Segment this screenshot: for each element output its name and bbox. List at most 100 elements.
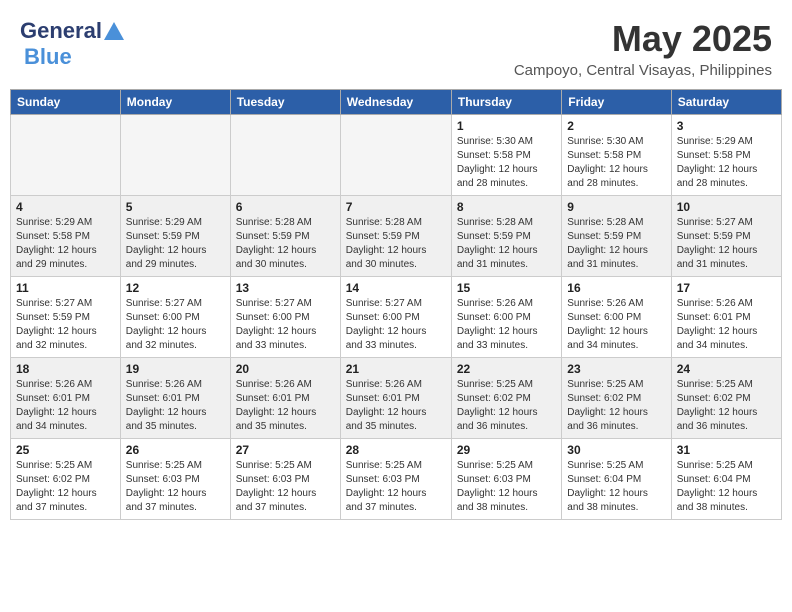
day-info: Sunrise: 5:25 AM Sunset: 6:03 PM Dayligh… (457, 459, 556, 515)
column-header-thursday: Thursday (451, 90, 561, 115)
calendar-cell (11, 115, 121, 196)
calendar-cell: 3Sunrise: 5:29 AM Sunset: 5:58 PM Daylig… (671, 115, 781, 196)
page-header: General Blue May 2025 Campoyo, Central V… (10, 10, 782, 83)
location: Campoyo, Central Visayas, Philippines (514, 62, 772, 79)
day-info: Sunrise: 5:29 AM Sunset: 5:58 PM Dayligh… (16, 216, 115, 272)
day-number: 28 (346, 443, 446, 457)
day-number: 27 (236, 443, 335, 457)
day-info: Sunrise: 5:28 AM Sunset: 5:59 PM Dayligh… (567, 216, 665, 272)
calendar-cell: 5Sunrise: 5:29 AM Sunset: 5:59 PM Daylig… (120, 196, 230, 277)
calendar-cell: 21 Sunrise: 5:26 AM Sunset: 6:01 PM Dayli… (340, 358, 451, 439)
day-info: Sunrise: 5:26 AM Sunset: 6:01 PM Dayligh… (346, 378, 446, 434)
day-info: Sunrise: 5:25 AM Sunset: 6:02 PM Dayligh… (457, 378, 556, 434)
calendar-cell: 6 Sunrise: 5:28 AM Sunset: 5:59 PM Daylig… (230, 196, 340, 277)
calendar-cell: 2Sunrise: 5:30 AM Sunset: 5:58 PM Daylig… (562, 115, 671, 196)
calendar-week-row: 1 Sunrise: 5:30 AM Sunset: 5:58 PM Daylig… (11, 115, 782, 196)
day-number: 8 (457, 200, 556, 214)
column-header-tuesday: Tuesday (230, 90, 340, 115)
calendar-cell: 20 Sunrise: 5:26 AM Sunset: 6:01 PM Dayli… (230, 358, 340, 439)
day-number: 20 (236, 362, 335, 376)
day-info: Sunrise: 5:25 AM Sunset: 6:03 PM Dayligh… (346, 459, 446, 515)
calendar-cell: 8 Sunrise: 5:28 AM Sunset: 5:59 PM Daylig… (451, 196, 561, 277)
title-section: May 2025 Campoyo, Central Visayas, Phili… (514, 18, 772, 79)
day-number: 25 (16, 443, 115, 457)
calendar-cell: 30 Sunrise: 5:25 AM Sunset: 6:04 PM Dayli… (562, 439, 671, 520)
calendar-table: SundayMondayTuesdayWednesdayThursdayFrid… (10, 89, 782, 520)
column-header-monday: Monday (120, 90, 230, 115)
day-number: 11 (16, 281, 115, 295)
calendar-header-row: SundayMondayTuesdayWednesdayThursdayFrid… (11, 90, 782, 115)
calendar-cell: 18Sunrise: 5:26 AM Sunset: 6:01 PM Dayli… (11, 358, 121, 439)
logo-triangle-icon (104, 22, 124, 40)
day-number: 17 (677, 281, 776, 295)
day-number: 21 (346, 362, 446, 376)
logo: General Blue (20, 18, 124, 70)
day-info: Sunrise: 5:25 AM Sunset: 6:03 PM Dayligh… (236, 459, 335, 515)
day-info: Sunrise: 5:27 AM Sunset: 5:59 PM Dayligh… (16, 297, 115, 353)
day-info: Sunrise: 5:25 AM Sunset: 6:03 PM Dayligh… (126, 459, 225, 515)
month-title: May 2025 (514, 18, 772, 60)
day-info: Sunrise: 5:30 AM Sunset: 5:58 PM Dayligh… (457, 135, 556, 191)
calendar-cell: 11 Sunrise: 5:27 AM Sunset: 5:59 PM Dayli… (11, 277, 121, 358)
day-info: Sunrise: 5:27 AM Sunset: 6:00 PM Dayligh… (236, 297, 335, 353)
calendar-cell (340, 115, 451, 196)
day-info: Sunrise: 5:25 AM Sunset: 6:02 PM Dayligh… (567, 378, 665, 434)
day-info: Sunrise: 5:28 AM Sunset: 5:59 PM Dayligh… (236, 216, 335, 272)
day-info: Sunrise: 5:28 AM Sunset: 5:59 PM Dayligh… (457, 216, 556, 272)
day-info: Sunrise: 5:27 AM Sunset: 5:59 PM Dayligh… (677, 216, 776, 272)
day-number: 9 (567, 200, 665, 214)
calendar-cell: 9 Sunrise: 5:28 AM Sunset: 5:59 PM Daylig… (562, 196, 671, 277)
day-info: Sunrise: 5:25 AM Sunset: 6:04 PM Dayligh… (677, 459, 776, 515)
calendar-cell: 15Sunrise: 5:26 AM Sunset: 6:00 PM Dayli… (451, 277, 561, 358)
calendar-cell: 16 Sunrise: 5:26 AM Sunset: 6:00 PM Dayli… (562, 277, 671, 358)
calendar-cell: 27 Sunrise: 5:25 AM Sunset: 6:03 PM Dayli… (230, 439, 340, 520)
day-info: Sunrise: 5:26 AM Sunset: 6:01 PM Dayligh… (236, 378, 335, 434)
day-info: Sunrise: 5:30 AM Sunset: 5:58 PM Dayligh… (567, 135, 665, 191)
day-info: Sunrise: 5:28 AM Sunset: 5:59 PM Dayligh… (346, 216, 446, 272)
calendar-cell: 7 Sunrise: 5:28 AM Sunset: 5:59 PM Daylig… (340, 196, 451, 277)
calendar-cell: 26Sunrise: 5:25 AM Sunset: 6:03 PM Dayli… (120, 439, 230, 520)
day-info: Sunrise: 5:27 AM Sunset: 6:00 PM Dayligh… (126, 297, 225, 353)
day-info: Sunrise: 5:25 AM Sunset: 6:02 PM Dayligh… (16, 459, 115, 515)
calendar-cell: 22Sunrise: 5:25 AM Sunset: 6:02 PM Dayli… (451, 358, 561, 439)
calendar-cell: 23 Sunrise: 5:25 AM Sunset: 6:02 PM Dayli… (562, 358, 671, 439)
day-number: 16 (567, 281, 665, 295)
calendar-cell: 1 Sunrise: 5:30 AM Sunset: 5:58 PM Daylig… (451, 115, 561, 196)
day-number: 10 (677, 200, 776, 214)
day-number: 1 (457, 119, 556, 133)
calendar-cell: 17 Sunrise: 5:26 AM Sunset: 6:01 PM Dayli… (671, 277, 781, 358)
day-number: 12 (126, 281, 225, 295)
column-header-saturday: Saturday (671, 90, 781, 115)
calendar-cell: 12 Sunrise: 5:27 AM Sunset: 6:00 PM Dayli… (120, 277, 230, 358)
day-number: 6 (236, 200, 335, 214)
column-header-sunday: Sunday (11, 90, 121, 115)
calendar-week-row: 4 Sunrise: 5:29 AM Sunset: 5:58 PM Daylig… (11, 196, 782, 277)
calendar-cell: 31 Sunrise: 5:25 AM Sunset: 6:04 PM Dayli… (671, 439, 781, 520)
day-number: 4 (16, 200, 115, 214)
day-number: 23 (567, 362, 665, 376)
day-info: Sunrise: 5:26 AM Sunset: 6:00 PM Dayligh… (457, 297, 556, 353)
calendar-cell: 4 Sunrise: 5:29 AM Sunset: 5:58 PM Daylig… (11, 196, 121, 277)
logo-blue: Blue (24, 44, 72, 69)
day-number: 13 (236, 281, 335, 295)
column-header-friday: Friday (562, 90, 671, 115)
calendar-cell: 10 Sunrise: 5:27 AM Sunset: 5:59 PM Dayli… (671, 196, 781, 277)
day-info: Sunrise: 5:25 AM Sunset: 6:04 PM Dayligh… (567, 459, 665, 515)
calendar-week-row: 25 Sunrise: 5:25 AM Sunset: 6:02 PM Dayli… (11, 439, 782, 520)
day-number: 29 (457, 443, 556, 457)
day-number: 7 (346, 200, 446, 214)
calendar-cell (120, 115, 230, 196)
day-number: 19 (126, 362, 225, 376)
day-info: Sunrise: 5:26 AM Sunset: 6:01 PM Dayligh… (677, 297, 776, 353)
day-number: 24 (677, 362, 776, 376)
day-number: 14 (346, 281, 446, 295)
day-number: 30 (567, 443, 665, 457)
calendar-cell: 13 Sunrise: 5:27 AM Sunset: 6:00 PM Dayli… (230, 277, 340, 358)
calendar-cell: 19Sunrise: 5:26 AM Sunset: 6:01 PM Dayli… (120, 358, 230, 439)
day-info: Sunrise: 5:26 AM Sunset: 6:00 PM Dayligh… (567, 297, 665, 353)
day-number: 31 (677, 443, 776, 457)
calendar-cell: 29 Sunrise: 5:25 AM Sunset: 6:03 PM Dayli… (451, 439, 561, 520)
calendar-week-row: 11 Sunrise: 5:27 AM Sunset: 5:59 PM Dayli… (11, 277, 782, 358)
logo-general: General (20, 18, 102, 44)
day-info: Sunrise: 5:29 AM Sunset: 5:59 PM Dayligh… (126, 216, 225, 272)
